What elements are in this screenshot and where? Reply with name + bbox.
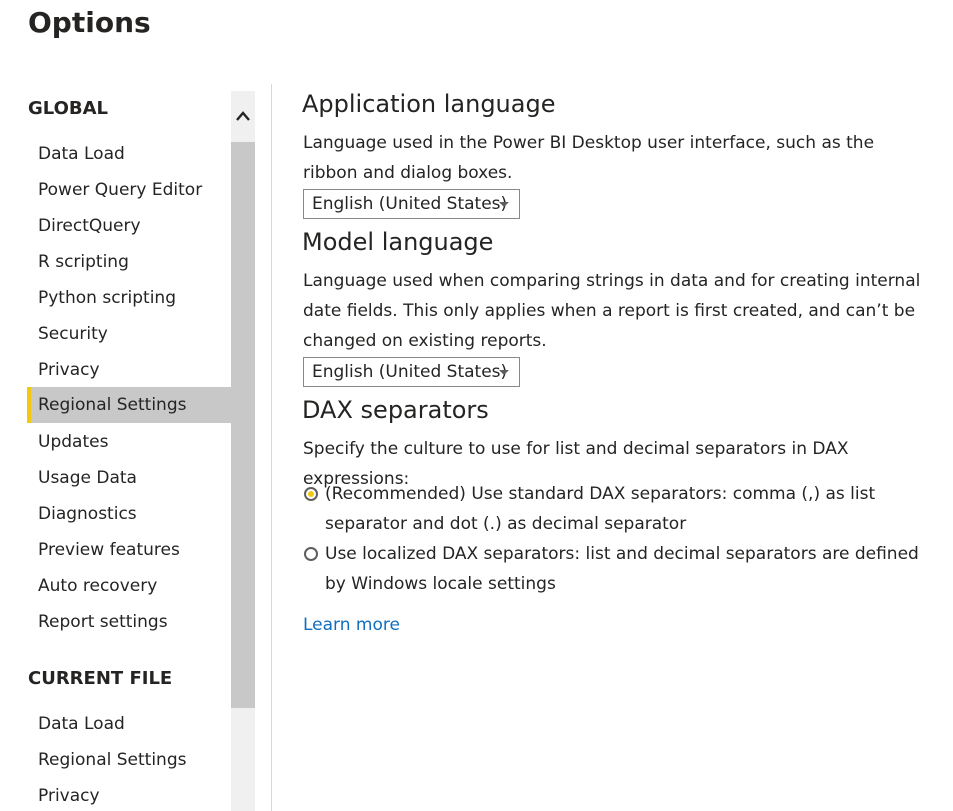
dax-separators-heading: DAX separators (302, 396, 489, 424)
model-language-description: Language used when comparing strings in … (303, 271, 921, 351)
sidebar-item-updates[interactable]: Updates (27, 424, 231, 460)
sidebar-item-diagnostics[interactable]: Diagnostics (27, 496, 231, 532)
sidebar-item-security[interactable]: Security (27, 316, 231, 352)
sidebar-item-privacy[interactable]: Privacy (27, 352, 231, 388)
app-language-selected: English (United States) (312, 194, 508, 214)
panel-divider (271, 84, 272, 811)
sidebar-item-python-scripting[interactable]: Python scripting (27, 280, 231, 316)
sidebar-item-data-load[interactable]: Data Load (27, 136, 231, 172)
radio-label-standard: (Recommended) Use standard DAX separator… (325, 484, 876, 534)
radio-button-unchecked[interactable] (304, 547, 318, 561)
radio-option-localized-separators[interactable]: Use localized DAX separators: list and d… (303, 539, 933, 599)
scroll-thumb[interactable] (231, 142, 255, 708)
page-title: Options (28, 6, 151, 39)
radio-label-localized: Use localized DAX separators: list and d… (325, 544, 919, 594)
caret-down-icon (499, 370, 509, 375)
model-language-heading: Model language (302, 228, 494, 256)
radio-option-standard-separators[interactable]: (Recommended) Use standard DAX separator… (303, 479, 933, 539)
radio-button-checked[interactable] (304, 487, 318, 501)
app-language-dropdown[interactable]: English (United States) (303, 189, 520, 219)
app-language-description: Language used in the Power BI Desktop us… (303, 133, 875, 183)
sidebar-item-auto-recovery[interactable]: Auto recovery (27, 568, 231, 604)
sidebar-item-preview-features[interactable]: Preview features (27, 532, 231, 568)
sidebar-item-power-query-editor[interactable]: Power Query Editor (27, 172, 231, 208)
section-header-global: GLOBAL (28, 98, 109, 119)
app-language-heading: Application language (302, 90, 556, 118)
options-dialog: Options GLOBAL Data Load Power Query Edi… (0, 0, 953, 811)
caret-down-icon (499, 202, 509, 207)
sidebar-item-current-privacy[interactable]: Privacy (27, 778, 231, 811)
model-language-dropdown[interactable]: English (United States) (303, 357, 520, 387)
sidebar-item-usage-data[interactable]: Usage Data (27, 460, 231, 496)
learn-more-link[interactable]: Learn more (303, 615, 400, 635)
sidebar-item-directquery[interactable]: DirectQuery (27, 208, 231, 244)
sidebar-item-report-settings[interactable]: Report settings (27, 604, 231, 640)
sidebar: GLOBAL Data Load Power Query Editor Dire… (0, 86, 231, 811)
sidebar-item-regional-settings[interactable]: Regional Settings (27, 387, 231, 423)
scroll-up-button[interactable] (231, 91, 255, 141)
sidebar-item-r-scripting[interactable]: R scripting (27, 244, 231, 280)
section-header-current-file: CURRENT FILE (28, 668, 173, 689)
chevron-up-icon (236, 111, 250, 121)
sidebar-item-current-data-load[interactable]: Data Load (27, 706, 231, 742)
sidebar-scrollbar[interactable] (231, 91, 255, 811)
sidebar-item-current-regional-settings[interactable]: Regional Settings (27, 742, 231, 778)
model-language-selected: English (United States) (312, 362, 508, 382)
